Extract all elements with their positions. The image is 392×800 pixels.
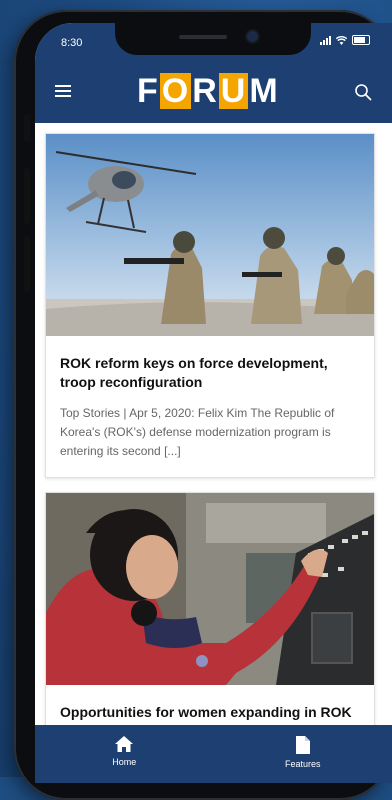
article-image-woman (46, 493, 374, 685)
notch (115, 23, 311, 55)
tab-features[interactable]: Features (214, 725, 392, 783)
phone-screen: 8:30 F O R U M (35, 23, 392, 783)
status-bar: 8:30 (35, 23, 392, 61)
logo-letter: F (137, 72, 159, 111)
wifi-icon (336, 36, 347, 45)
app-bar: F O R U M (35, 61, 392, 123)
home-icon (114, 735, 134, 753)
hamburger-menu-icon[interactable] (55, 85, 71, 97)
logo-letter: U (219, 73, 249, 109)
woman-at-controls-photo (46, 493, 374, 685)
tab-label: Features (285, 759, 321, 769)
status-time: 8:30 (61, 37, 82, 49)
bottom-tab-bar: Home Features (35, 725, 392, 783)
document-icon (295, 735, 311, 755)
article-card[interactable]: ROK reform keys on force development, tr… (45, 133, 375, 478)
search-icon[interactable] (354, 83, 372, 101)
mute-switch (24, 114, 30, 142)
status-icons (320, 35, 370, 45)
article-feed: ROK reform keys on force development, tr… (45, 133, 375, 783)
soldiers-photo (46, 134, 374, 336)
front-camera (247, 31, 258, 42)
tab-home[interactable]: Home (35, 725, 214, 783)
logo-letter: M (249, 72, 278, 111)
forum-logo: F O R U M (137, 71, 279, 111)
signal-icon (320, 36, 331, 45)
speaker-grill (179, 35, 227, 39)
tab-label: Home (112, 757, 136, 767)
logo-letter: R (192, 72, 218, 111)
logo-letter: O (160, 73, 191, 109)
volume-up-button (24, 168, 30, 224)
volume-down-button (24, 236, 30, 292)
battery-icon (352, 35, 370, 45)
article-image-soldiers (46, 134, 374, 336)
article-summary: Top Stories | Apr 5, 2020: Felix Kim The… (60, 404, 360, 461)
article-headline[interactable]: ROK reform keys on force development, tr… (60, 354, 360, 392)
